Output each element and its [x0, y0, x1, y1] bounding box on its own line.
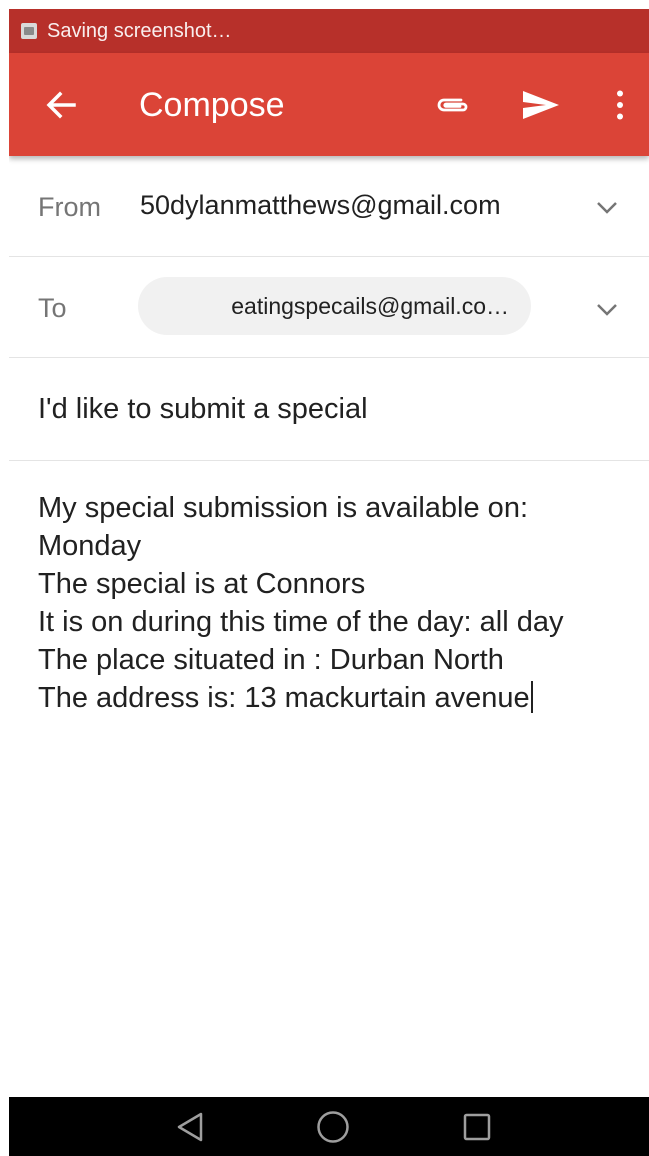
app-bar: Compose — [9, 53, 649, 156]
nav-back-button[interactable] — [172, 1109, 208, 1145]
recipient-address: eatingspecails@gmail.co… — [231, 292, 509, 319]
body-line: It is on during this time of the day: al… — [38, 606, 564, 638]
back-triangle-icon — [177, 1112, 203, 1142]
body-line: My special submission is available on: — [38, 492, 528, 524]
text-cursor — [530, 681, 533, 713]
compose-body-field[interactable]: My special submission is available on: M… — [38, 489, 638, 717]
from-label: From — [38, 192, 101, 222]
attach-button[interactable] — [431, 83, 475, 127]
body-line: The special is at Connors — [38, 568, 366, 600]
more-options-button[interactable] — [598, 83, 642, 127]
status-bar: Saving screenshot… — [9, 9, 649, 53]
navigation-bar — [9, 1097, 649, 1156]
nav-home-button[interactable] — [315, 1109, 351, 1145]
subject-text: I'd like to submit a special — [38, 393, 368, 425]
screenshot-notification-icon — [21, 23, 37, 39]
to-row: To eatingspecails@gmail.co… — [9, 257, 649, 358]
from-row: From 50dylanmatthews@gmail.com — [9, 156, 649, 257]
home-circle-icon — [317, 1111, 349, 1143]
body-line-last: The address is: 13 mackurtain avenue — [38, 679, 638, 717]
chevron-down-icon — [597, 202, 617, 214]
send-button[interactable] — [519, 83, 563, 127]
from-expand-button[interactable] — [592, 193, 622, 223]
recipient-chip[interactable]: eatingspecails@gmail.co… — [138, 277, 531, 335]
screen: Saving screenshot… Compose From 50dylanm… — [9, 9, 649, 1156]
back-button[interactable] — [39, 83, 83, 127]
body-line: The place situated in : Durban North — [38, 644, 504, 676]
nav-recents-button[interactable] — [459, 1109, 495, 1145]
body-line: Monday — [38, 530, 142, 562]
more-vert-icon — [617, 90, 623, 120]
send-icon — [523, 91, 559, 119]
to-expand-button[interactable] — [592, 295, 622, 325]
to-label: To — [38, 293, 67, 323]
back-arrow-icon — [46, 91, 76, 119]
chevron-down-icon — [597, 304, 617, 316]
subject-field[interactable]: I'd like to submit a special — [9, 358, 649, 461]
status-text: Saving screenshot… — [47, 19, 232, 42]
from-address[interactable]: 50dylanmatthews@gmail.com — [140, 190, 501, 221]
recents-square-icon — [463, 1113, 491, 1141]
page-title: Compose — [139, 86, 285, 124]
paperclip-icon — [437, 98, 468, 112]
body-line-text: The address is: 13 mackurtain avenue — [38, 682, 530, 714]
